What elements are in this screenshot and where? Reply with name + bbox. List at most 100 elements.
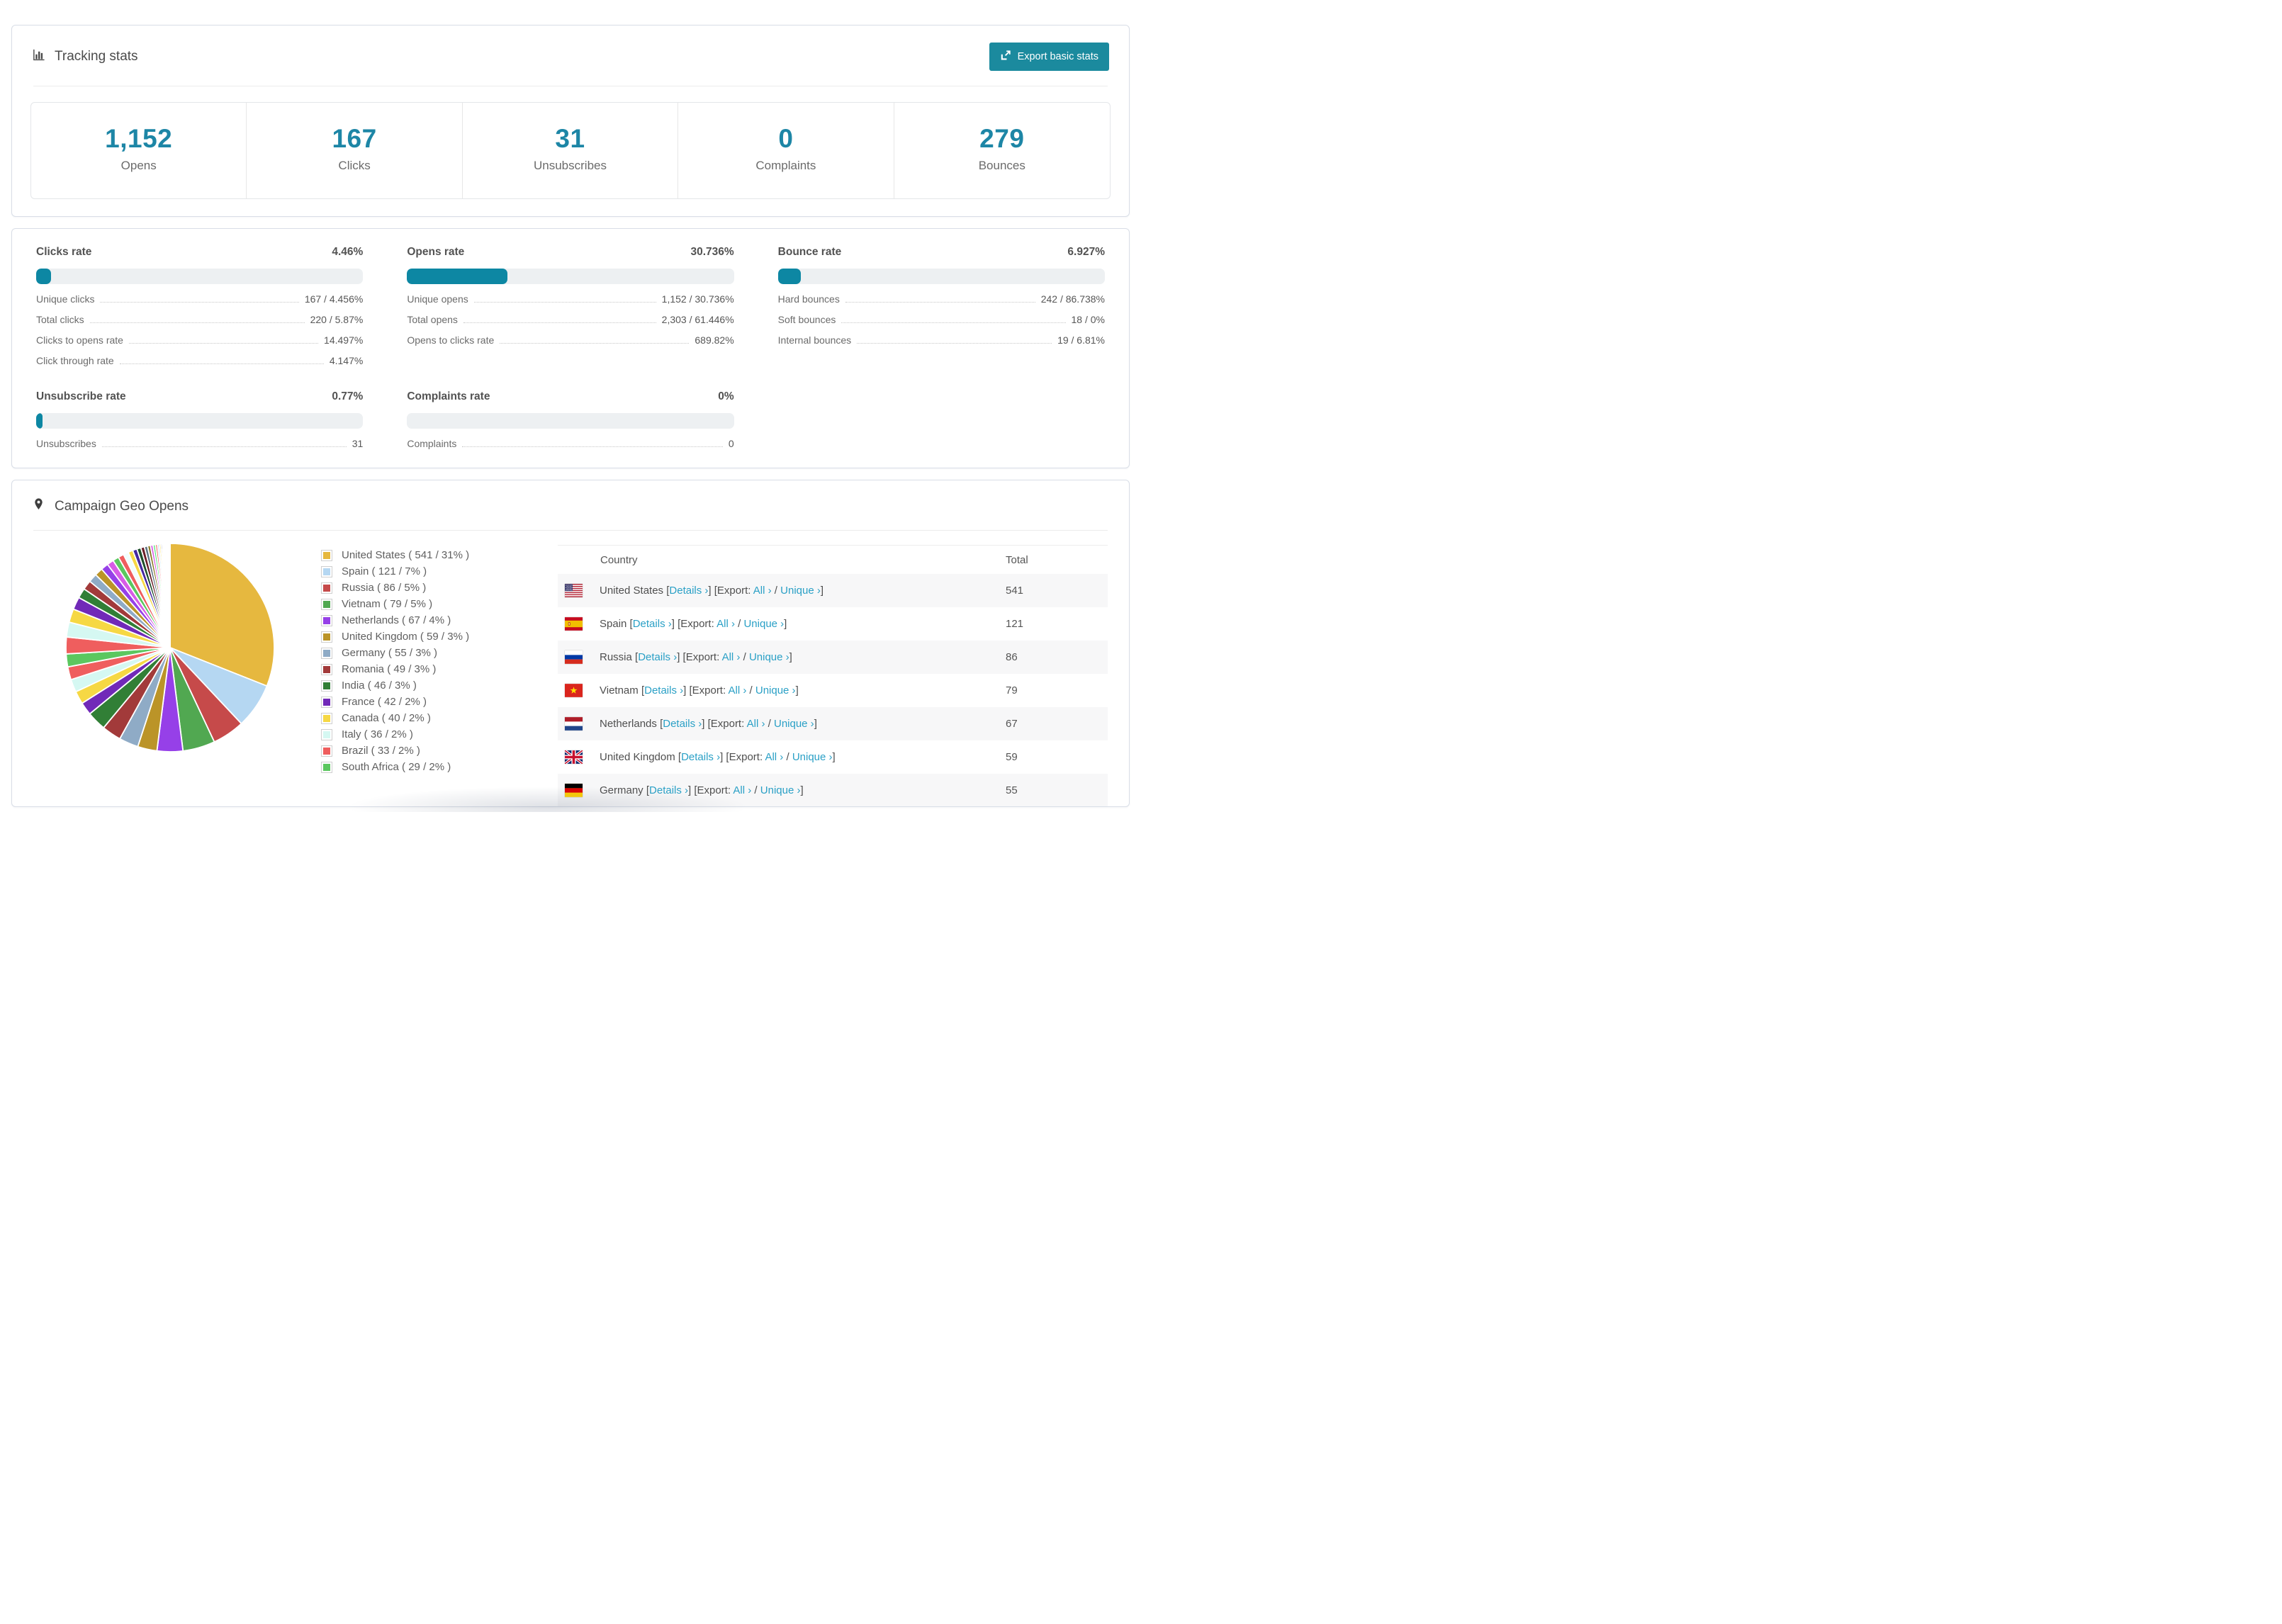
rate-title: Unsubscribe rate	[36, 390, 126, 402]
legend-label: United States ( 541 / 31% )	[342, 549, 470, 561]
stat-value: 167	[332, 124, 377, 153]
link-all[interactable]: All ›	[765, 751, 783, 763]
legend-swatch	[321, 549, 332, 561]
legend-label: Germany ( 55 / 3% )	[342, 647, 438, 659]
stat-value: 279	[979, 124, 1025, 153]
legend-item-france[interactable]: France ( 42 / 2% )	[321, 696, 558, 708]
link-unique[interactable]: Unique ›	[760, 784, 801, 796]
progress-fill	[407, 269, 508, 284]
flag-us-icon	[565, 584, 583, 597]
link-unique[interactable]: Unique ›	[755, 684, 796, 697]
legend-label: Vietnam ( 79 / 5% )	[342, 598, 433, 610]
column-header-country: Country	[600, 553, 638, 566]
stat-value: 31	[555, 124, 585, 153]
rate-row-value: 18 / 0%	[1071, 314, 1105, 325]
legend-label: Spain ( 121 / 7% )	[342, 565, 427, 577]
dotted-leader	[857, 343, 1052, 344]
legend-item-netherlands[interactable]: Netherlands ( 67 / 4% )	[321, 614, 558, 626]
geo-header: Campaign Geo Opens	[32, 497, 189, 515]
geo-opens-pie-chart[interactable]	[63, 541, 277, 755]
geo-row-spain: Spain [Details ›] [Export: All › / Uniqu…	[558, 607, 1108, 641]
rate-row-label: Soft bounces	[777, 314, 836, 325]
geo-table: Country Total United States [Details ›] …	[558, 545, 1108, 806]
legend-label: India ( 46 / 3% )	[342, 680, 417, 692]
rate-row-value: 2,303 / 61.446%	[661, 314, 734, 325]
link-details[interactable]: Details ›	[633, 618, 672, 630]
legend-label: Italy ( 36 / 2% )	[342, 728, 413, 740]
rate-row-unique-opens: Unique opens 1,152 / 30.736%	[407, 293, 734, 305]
link-unique[interactable]: Unique ›	[780, 585, 821, 597]
legend-item-spain[interactable]: Spain ( 121 / 7% )	[321, 565, 558, 577]
link-details[interactable]: Details ›	[669, 585, 708, 597]
link-all[interactable]: All ›	[716, 618, 735, 630]
link-unique[interactable]: Unique ›	[749, 651, 789, 663]
bar-chart-icon	[32, 48, 45, 66]
link-details[interactable]: Details ›	[638, 651, 677, 663]
rate-row-clicks-to-opens-rate: Clicks to opens rate 14.497%	[36, 334, 363, 346]
legend-label: South Africa ( 29 / 2% )	[342, 761, 451, 773]
legend-label: Russia ( 86 / 5% )	[342, 582, 427, 594]
rate-row-opens-to-clicks-rate: Opens to clicks rate 689.82%	[407, 334, 734, 346]
link-details[interactable]: Details ›	[644, 684, 683, 697]
dotted-leader	[101, 446, 347, 447]
export-icon	[1000, 50, 1011, 64]
legend-item-romania[interactable]: Romania ( 49 / 3% )	[321, 663, 558, 675]
legend-item-brazil[interactable]: Brazil ( 33 / 2% )	[321, 745, 558, 757]
stat-label: Opens	[120, 159, 157, 172]
link-details[interactable]: Details ›	[681, 751, 720, 763]
link-all[interactable]: All ›	[733, 784, 751, 796]
campaign-stats-page: Tracking stats Export basic stats 1,152 O…	[0, 0, 1141, 812]
flag-vn-icon	[565, 684, 583, 697]
legend-item-russia[interactable]: Russia ( 86 / 5% )	[321, 582, 558, 594]
legend-swatch	[321, 565, 332, 577]
rate-row-unique-clicks: Unique clicks 167 / 4.456%	[36, 293, 363, 305]
link-all[interactable]: All ›	[753, 585, 772, 597]
stat-card-unsubscribes: 31 Unsubscribes	[463, 103, 679, 198]
legend-item-italy[interactable]: Italy ( 36 / 2% )	[321, 728, 558, 740]
progress-bar	[777, 269, 1105, 284]
link-unique[interactable]: Unique ›	[743, 618, 784, 630]
rate-block-clicks-rate: Clicks rate 4.46% Unique clicks 167 / 4.456…	[36, 246, 364, 366]
rate-row-value: 220 / 5.87%	[310, 314, 364, 325]
rates-card: Clicks rate 4.46% Unique clicks 167 / 4.456…	[11, 228, 1130, 468]
link-all[interactable]: All ›	[729, 684, 747, 697]
rate-row-label: Unique clicks	[36, 293, 95, 305]
legend-item-germany[interactable]: Germany ( 55 / 3% )	[321, 647, 558, 659]
stat-card-opens: 1,152 Opens	[31, 103, 247, 198]
link-unique[interactable]: Unique ›	[792, 751, 833, 763]
country-name: United Kingdom	[600, 751, 678, 763]
map-pin-icon	[32, 497, 45, 515]
page-title: Tracking stats	[55, 49, 138, 64]
legend-swatch	[321, 663, 332, 675]
dotted-leader	[89, 322, 305, 323]
link-unique[interactable]: Unique ›	[774, 718, 814, 730]
rate-row-value: 31	[352, 438, 364, 449]
legend-item-india[interactable]: India ( 46 / 3% )	[321, 680, 558, 692]
link-details[interactable]: Details ›	[663, 718, 702, 730]
legend-item-united-states[interactable]: United States ( 541 / 31% )	[321, 549, 558, 561]
dotted-leader	[100, 302, 299, 303]
rate-row-value: 167 / 4.456%	[304, 293, 364, 305]
flag-gb-icon	[565, 750, 583, 764]
rate-row-unsubscribes: Unsubscribes 31	[36, 438, 363, 449]
stat-card-clicks: 167 Clicks	[247, 103, 463, 198]
country-name: Spain	[600, 618, 630, 630]
legend-item-vietnam[interactable]: Vietnam ( 79 / 5% )	[321, 598, 558, 610]
legend-item-united-kingdom[interactable]: United Kingdom ( 59 / 3% )	[321, 631, 558, 643]
country-total: 541	[1006, 585, 1024, 597]
rate-row-hard-bounces: Hard bounces 242 / 86.738%	[778, 293, 1105, 305]
country-total: 67	[1006, 718, 1018, 730]
rate-row-value: 14.497%	[324, 334, 364, 346]
legend-item-south-africa[interactable]: South Africa ( 29 / 2% )	[321, 761, 558, 773]
geo-row-united-kingdom: United Kingdom [Details ›] [Export: All …	[558, 740, 1108, 774]
link-details[interactable]: Details ›	[649, 784, 688, 796]
link-all[interactable]: All ›	[722, 651, 741, 663]
rate-row-label: Click through rate	[36, 355, 114, 366]
stat-value: 0	[778, 124, 794, 153]
stat-label: Clicks	[338, 159, 371, 172]
link-all[interactable]: All ›	[747, 718, 765, 730]
legend-item-canada[interactable]: Canada ( 40 / 2% )	[321, 712, 558, 724]
export-basic-stats-button[interactable]: Export basic stats	[989, 43, 1109, 71]
rate-row-label: Total opens	[407, 314, 458, 325]
rate-block-bounce-rate: Bounce rate 6.927% Hard bounces 242 / 86.73…	[777, 246, 1105, 366]
